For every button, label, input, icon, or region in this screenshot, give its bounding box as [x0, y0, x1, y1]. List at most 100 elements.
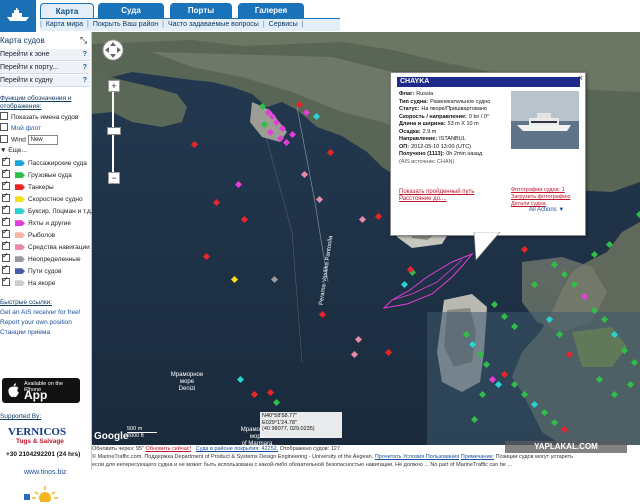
functions-title: Функции обозначения и отображения: [0, 95, 72, 110]
tab-map[interactable]: Карта [40, 3, 94, 19]
scale-bar: 500 m 2000 ft [127, 426, 157, 439]
checkbox[interactable] [0, 135, 8, 143]
field-key: Получено (1113): [399, 151, 445, 157]
note-text: Позиции судов могут устареть [495, 454, 573, 460]
sponsor-url[interactable]: www.tinos.biz [24, 469, 66, 476]
checkbox[interactable] [0, 112, 8, 121]
vessel-type-swatch-icon [15, 220, 25, 227]
upload-photo-link[interactable]: Загрузить фотографию [511, 194, 583, 201]
vessel-field: Статус: На якоре/Пришвартовано [399, 106, 507, 114]
zoom-slider-thumb[interactable] [107, 127, 121, 135]
link-report-position[interactable]: Report your own position [0, 318, 72, 327]
legend-checkbox[interactable] [2, 239, 10, 251]
legend-checkbox[interactable] [2, 155, 10, 167]
legend-label: Пассажирские суда [28, 160, 87, 167]
legend-checkbox[interactable] [2, 203, 10, 215]
zoom-out-button[interactable]: − [108, 172, 120, 184]
option-label: Показать имена судов [11, 114, 79, 121]
vessel-type-swatch-icon [15, 280, 25, 287]
collapse-panel-icon[interactable]: ⤡ [80, 35, 87, 46]
goto-zone-label: Перейти к зоне [0, 51, 50, 58]
vessel-field: Направление: ISTANBUL [399, 136, 507, 144]
vessel-field: ОП: 2012-05-10 13:00 (UTC) [399, 144, 507, 152]
subnav-world-map[interactable]: Карта мира [42, 21, 87, 28]
distance-link[interactable]: Расстояние до.... [399, 196, 474, 203]
refresh-now-link[interactable]: Обновить сейчас! [146, 446, 192, 452]
note-label: Примечание: [460, 454, 495, 460]
vessel-photo[interactable] [511, 91, 579, 149]
map-canvas[interactable]: + − Perama-Vasilika Pantoolla Мраморное … [92, 32, 640, 445]
zoom-in-button[interactable]: + [108, 80, 120, 92]
help-icon[interactable]: ? [83, 49, 87, 60]
option-label: Мой флот [11, 125, 42, 132]
goto-zone[interactable]: Перейти к зоне ? [0, 49, 90, 61]
subnav-cover-area[interactable]: Покрыть Ваш район [89, 21, 162, 28]
site-logo[interactable] [0, 0, 36, 32]
subnav-faq[interactable]: Часто задаваемые вопросы [164, 21, 263, 28]
legend-checkbox[interactable] [2, 227, 10, 239]
legend-label: Средства навигации [28, 244, 90, 251]
legend-checkbox[interactable] [2, 275, 10, 287]
legend-item[interactable]: Рыболов [2, 227, 55, 241]
ship-logo-icon [7, 8, 29, 21]
sponsor-name[interactable]: VERNICOS [8, 426, 66, 438]
field-key: Скорость / направление: [399, 113, 467, 120]
ais-source: (АIS источник: CHAN) [399, 158, 455, 165]
wind-select[interactable]: New [27, 135, 58, 145]
legend-item[interactable]: Грузовые суда [2, 167, 72, 181]
field-key: Осадка: [399, 128, 421, 135]
legend-label: Буксир, Лоцман и т.д. [28, 208, 93, 215]
link-ais-receiver[interactable]: Get an AIS receiver for free! [0, 308, 81, 317]
pan-control-icon[interactable] [102, 39, 124, 61]
legend-item[interactable]: Пути судов [2, 263, 61, 277]
vessel-type-swatch-icon [15, 244, 25, 251]
sun-logo-icon [24, 486, 58, 504]
legend-checkbox[interactable] [2, 251, 10, 263]
refresh-timer: Обновить через: 95" [92, 446, 145, 452]
subnav-services[interactable]: Сервисы [265, 21, 302, 28]
legend-item[interactable]: Пассажирские суда [2, 155, 87, 169]
vessel-photo-image [511, 91, 579, 149]
goto-vessel-label: Перейти к судну [0, 77, 53, 84]
link-stations[interactable]: Станции приема [0, 328, 50, 337]
option-wind[interactable]: Wind New [0, 135, 58, 145]
option-show-names[interactable]: Показать имена судов [0, 112, 79, 122]
legend-item[interactable]: Танкеры [2, 179, 54, 193]
terms-link[interactable]: Прочитать Условия Пользования [375, 454, 459, 460]
option-my-fleet[interactable]: Мой флот [0, 123, 42, 133]
legend-item[interactable]: Яхты и другие [2, 215, 71, 229]
help-icon[interactable]: ? [83, 62, 87, 73]
legend-checkbox[interactable] [2, 263, 10, 275]
legend-item[interactable]: Средства навигации [2, 239, 90, 253]
checkbox[interactable] [0, 123, 8, 132]
tab-vessels[interactable]: Суда [98, 3, 164, 18]
watermark: YAPLAKAL.COM [505, 441, 627, 453]
more-toggle[interactable]: ▼ Еще... [0, 146, 27, 155]
help-icon[interactable]: ? [83, 75, 87, 86]
legend-item[interactable]: Неопределенные [2, 251, 81, 265]
goto-vessel[interactable]: Перейти к судну ? [0, 75, 90, 87]
copyright: © MarineTraffic.com. Поддержка Departmen… [92, 454, 374, 460]
goto-port[interactable]: Перейти к порту... ? [0, 62, 90, 74]
coord-decimal: (40.98077, 029.0235) [262, 426, 315, 432]
photos-count-link[interactable]: Фотографии судна: 1 [511, 187, 583, 194]
goto-port-label: Перейти к порту... [0, 64, 59, 71]
tab-gallery[interactable]: Галерея [238, 3, 304, 18]
legend-checkbox[interactable] [2, 167, 10, 179]
app-store-badge[interactable]: Available on the iPhone App Store [2, 378, 80, 416]
legend-item[interactable]: Буксир, Лоцман и т.д. [2, 203, 93, 217]
vessels-covered[interactable]: Суда в районе покрытия: 42252. [196, 446, 279, 452]
all-actions-dropdown[interactable]: All Actions ▼ [529, 207, 564, 213]
show-track-link[interactable]: Показать пройденный путь [399, 189, 474, 196]
legend-checkbox[interactable] [2, 179, 10, 191]
legend-checkbox[interactable] [2, 215, 10, 227]
legend-checkbox[interactable] [2, 191, 10, 203]
legend-item[interactable]: На якоре [2, 275, 55, 289]
vessels-displayed: Отображено судов: 127. [279, 446, 342, 452]
photo-links: Фотографии судна: 1 Загрузить фотографию… [511, 187, 583, 208]
field-value: Развлекательное судно [430, 98, 491, 105]
top-header: Карта Суда Порты Галерея | Карта мира | Пок… [0, 0, 640, 32]
field-key: Статус: [399, 106, 420, 112]
legend-item[interactable]: Скоростное судно [2, 191, 83, 205]
tab-ports[interactable]: Порты [170, 3, 232, 18]
